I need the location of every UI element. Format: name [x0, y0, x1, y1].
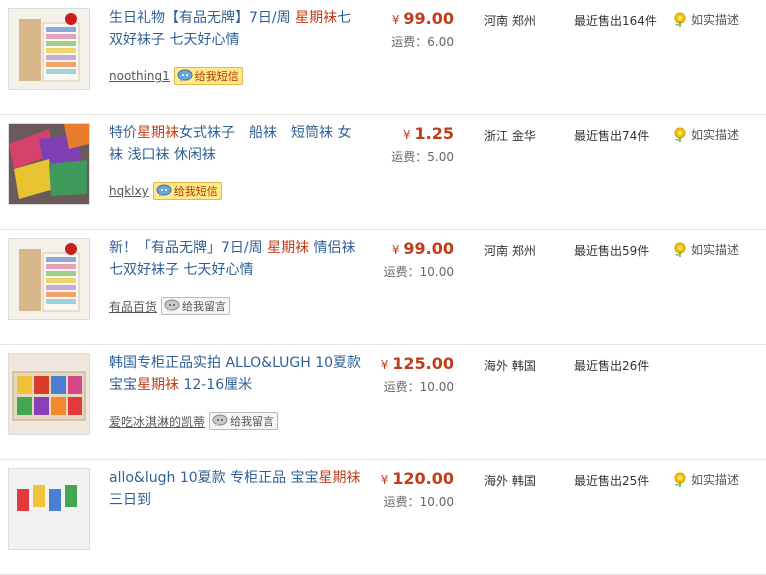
search-results-list: 生日礼物【有品无牌】7日/周 星期袜七双好袜子 七天好心情 noothing1 …	[0, 0, 766, 575]
accurate-description-badge[interactable]: 如实描述	[672, 241, 739, 258]
product-title[interactable]: 生日礼物【有品无牌】7日/周 星期袜七双好袜子 七天好心情	[109, 7, 364, 51]
keyword-highlight[interactable]: 星期袜	[319, 470, 361, 486]
seller-info: noothing1 给我短信	[109, 67, 243, 85]
speech-bubble-icon	[156, 184, 172, 197]
seller-name-link[interactable]: 有品百货	[109, 298, 157, 315]
product-thumbnail[interactable]	[8, 353, 90, 435]
seller-location: 河南 郑州	[484, 14, 536, 28]
keyword-highlight[interactable]: 星期袜	[137, 377, 179, 393]
yellow-flower-icon	[674, 242, 686, 257]
accurate-description-badge[interactable]: 如实描述	[672, 11, 739, 28]
seller-name-link[interactable]: noothing1	[109, 69, 170, 83]
accurate-description-badge[interactable]: 如实描述	[672, 126, 739, 143]
listing-row: 韩国专柜正品实拍 ALLO&LUGH 10夏款 宝宝星期袜 12-16厘米 爱吃…	[0, 345, 766, 460]
seller-location: 河南 郑州	[484, 244, 536, 258]
speech-bubble-icon	[177, 69, 193, 82]
keyword-highlight[interactable]: 星期袜	[137, 125, 179, 141]
recent-sales: 最近售出164件	[574, 14, 657, 28]
accurate-description-badge[interactable]: 如实描述	[672, 471, 739, 488]
price: ¥ 99.00	[391, 9, 454, 28]
seller-location: 海外 韩国	[484, 359, 536, 373]
yellow-flower-icon	[674, 127, 686, 142]
leave-message-button[interactable]: 给我留言	[209, 412, 279, 430]
price: ¥ 1.25	[403, 124, 454, 143]
product-title[interactable]: allo&lugh 10夏款 专柜正品 宝宝星期袜 三日到	[109, 467, 364, 511]
product-thumbnail[interactable]	[8, 238, 90, 320]
shipping-fee: 运费：5.00	[391, 150, 454, 164]
recent-sales: 最近售出26件	[574, 359, 650, 373]
shipping-fee: 运费：6.00	[391, 35, 454, 49]
send-sms-button[interactable]: 给我短信	[152, 182, 222, 200]
yellow-flower-icon	[674, 472, 686, 487]
product-thumbnail[interactable]	[8, 468, 90, 550]
shipping-fee: 运费：10.00	[383, 495, 454, 509]
keyword-highlight[interactable]: 星期袜	[295, 10, 337, 26]
recent-sales: 最近售出74件	[574, 129, 650, 143]
product-title[interactable]: 韩国专柜正品实拍 ALLO&LUGH 10夏款 宝宝星期袜 12-16厘米	[109, 352, 364, 396]
product-title[interactable]: 新！「有品无牌」7日/周 星期袜 情侣袜 七双好袜子 七天好心情	[109, 237, 364, 281]
recent-sales: 最近售出25件	[574, 474, 650, 488]
keyword-highlight[interactable]: 星期袜	[267, 240, 309, 256]
yellow-flower-icon	[674, 12, 686, 27]
listing-row: 新！「有品无牌」7日/周 星期袜 情侣袜 七双好袜子 七天好心情 有品百货 给我…	[0, 230, 766, 345]
price: ¥ 125.00	[380, 354, 454, 373]
message-bubble-icon	[212, 414, 228, 427]
recent-sales: 最近售出59件	[574, 244, 650, 258]
seller-name-link[interactable]: hqklxy	[109, 184, 149, 198]
listing-row: allo&lugh 10夏款 专柜正品 宝宝星期袜 三日到 ¥ 120.00 运…	[0, 460, 766, 575]
price: ¥ 99.00	[391, 239, 454, 258]
price: ¥ 120.00	[380, 469, 454, 488]
listing-row: 生日礼物【有品无牌】7日/周 星期袜七双好袜子 七天好心情 noothing1 …	[0, 0, 766, 115]
shipping-fee: 运费：10.00	[383, 380, 454, 394]
seller-location: 浙江 金华	[484, 129, 536, 143]
product-title[interactable]: 特价星期袜女式袜子 船袜 短筒袜 女袜 浅口袜 休闲袜	[109, 122, 364, 166]
leave-message-button[interactable]: 给我留言	[161, 297, 231, 315]
seller-info: hqklxy 给我短信	[109, 182, 222, 200]
seller-info: 有品百货 给我留言	[109, 297, 231, 315]
send-sms-button[interactable]: 给我短信	[173, 67, 243, 85]
seller-name-link[interactable]: 爱吃冰淇淋的凯蒂	[109, 413, 205, 430]
message-bubble-icon	[164, 299, 180, 312]
shipping-fee: 运费：10.00	[383, 265, 454, 279]
listing-row: 特价星期袜女式袜子 船袜 短筒袜 女袜 浅口袜 休闲袜 hqklxy 给我短信 …	[0, 115, 766, 230]
seller-location: 海外 韩国	[484, 474, 536, 488]
product-thumbnail[interactable]	[8, 123, 90, 205]
product-thumbnail[interactable]	[8, 8, 90, 90]
seller-info: 爱吃冰淇淋的凯蒂 给我留言	[109, 412, 279, 430]
